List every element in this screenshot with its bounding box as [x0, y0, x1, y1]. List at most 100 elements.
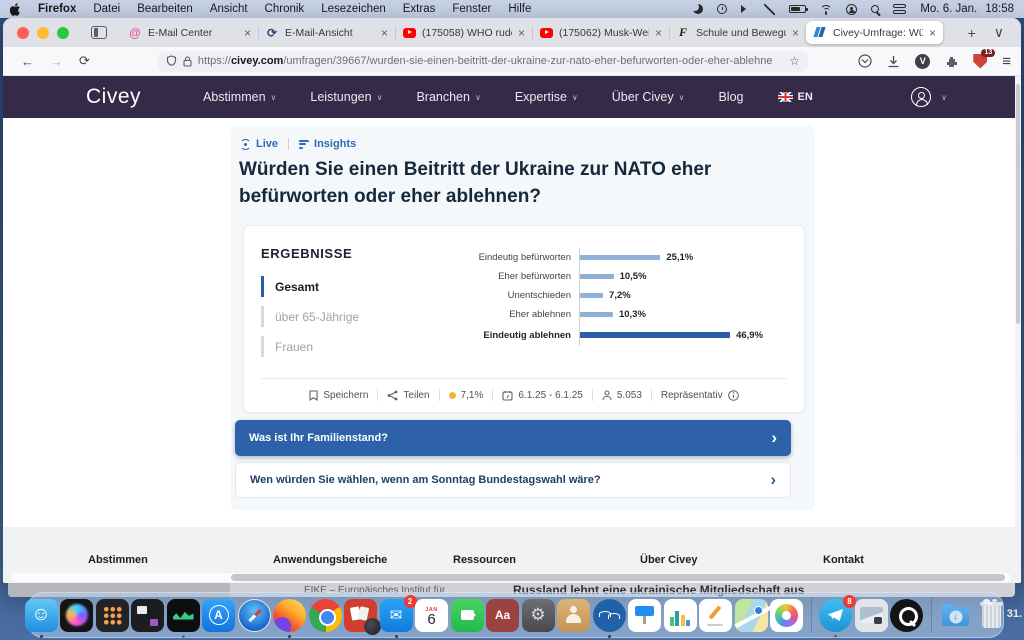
- dock-preview-icon[interactable]: [854, 598, 888, 632]
- menubar-item-bearbeiten[interactable]: Bearbeiten: [137, 3, 193, 15]
- horizontal-scrollbar[interactable]: [11, 573, 1011, 582]
- volume-icon[interactable]: [741, 5, 751, 13]
- dock-maps-icon[interactable]: [734, 598, 768, 632]
- segment-frauen[interactable]: Frauen: [261, 336, 436, 357]
- footer-col-ressourcen[interactable]: Ressourcen: [453, 554, 516, 566]
- next-question-button[interactable]: Was ist Ihr Familienstand? ›: [235, 420, 791, 456]
- control-center-icon[interactable]: [893, 4, 907, 14]
- dock-firefox-icon[interactable]: [273, 598, 306, 638]
- save-button[interactable]: Speichern: [309, 390, 368, 401]
- focus-mode-icon[interactable]: [691, 3, 704, 14]
- minimize-window-button[interactable]: [37, 26, 49, 39]
- ublock-origin-icon[interactable]: 13: [973, 48, 996, 69]
- dock-pages-icon[interactable]: [699, 598, 732, 632]
- close-tab-icon[interactable]: ×: [518, 26, 525, 40]
- sidebar-toggle-icon[interactable]: [91, 26, 107, 39]
- dock-chrome-icon[interactable]: [308, 598, 342, 632]
- dock-openoffice-icon[interactable]: [592, 598, 626, 638]
- tab-live[interactable]: Live: [239, 138, 278, 150]
- dock-safari-icon[interactable]: [237, 598, 271, 632]
- vimium-extension-icon[interactable]: V: [915, 53, 931, 69]
- dock-siri-icon[interactable]: [60, 598, 93, 632]
- nav-expertise[interactable]: Expertise ∨: [515, 90, 578, 104]
- dock-numbers-icon[interactable]: [663, 598, 697, 632]
- url-bar[interactable]: https://civey.com/umfragen/39667/wurden-…: [157, 50, 808, 72]
- menu-hamburger-icon[interactable]: ≡: [1002, 53, 1011, 70]
- dock-app-store-icon[interactable]: A: [202, 598, 235, 632]
- dock-mission-control-icon[interactable]: [131, 598, 164, 632]
- battery-icon[interactable]: [789, 5, 809, 13]
- menubar-item-datei[interactable]: Datei: [93, 3, 120, 15]
- menubar-app-name[interactable]: Firefox: [38, 3, 76, 15]
- menubar-clock[interactable]: Mo. 6. Jan. 18:58: [920, 3, 1014, 15]
- close-tab-icon[interactable]: ×: [655, 26, 662, 40]
- menubar-item-chronik[interactable]: Chronik: [265, 3, 305, 15]
- nav-abstimmen[interactable]: Abstimmen ∨: [203, 90, 276, 104]
- dock-cards-game-icon[interactable]: [344, 598, 381, 635]
- footer-col-ueber-civey[interactable]: Über Civey: [640, 554, 697, 566]
- nav-blog[interactable]: Blog: [718, 90, 743, 104]
- tab-civey-active[interactable]: Civey-Umfrage: Würden S ×: [806, 21, 943, 44]
- menubar-item-ansicht[interactable]: Ansicht: [210, 3, 248, 15]
- dock-activity-monitor-icon[interactable]: [166, 598, 200, 638]
- menubar-item-hilfe[interactable]: Hilfe: [508, 3, 531, 15]
- dock-contacts-icon[interactable]: [557, 598, 590, 632]
- scrollbar-thumb[interactable]: [231, 574, 1005, 581]
- new-tab-button[interactable]: +: [959, 25, 985, 41]
- user-status-icon[interactable]: [846, 3, 858, 15]
- tab-list-dropdown-icon[interactable]: ∨: [985, 24, 1013, 41]
- scrollbar-thumb[interactable]: [1016, 84, 1020, 324]
- lock-icon[interactable]: [183, 55, 192, 67]
- dock-photos-icon[interactable]: [770, 598, 803, 632]
- apple-menu-icon[interactable]: [10, 2, 21, 16]
- dock-telegram-icon[interactable]: 8: [819, 594, 856, 638]
- footer-col-kontakt[interactable]: Kontakt: [823, 554, 864, 566]
- zoom-window-button[interactable]: [57, 26, 69, 39]
- tab-insights[interactable]: Insights: [299, 138, 356, 150]
- tab-email-center[interactable]: @ E-Mail Center ×: [121, 21, 259, 44]
- spotlight-search-icon[interactable]: [871, 5, 880, 13]
- pocket-icon[interactable]: [858, 54, 872, 68]
- civey-logo[interactable]: Civey: [86, 85, 141, 109]
- dock-calendar-icon[interactable]: JAN 6: [415, 598, 448, 632]
- dock-finder-icon[interactable]: ☺: [24, 598, 58, 638]
- dock-dictionary-icon[interactable]: Aa: [486, 598, 519, 632]
- representative-stat[interactable]: Repräsentativ: [661, 390, 739, 401]
- menubar-item-extras[interactable]: Extras: [403, 3, 436, 15]
- account-icon[interactable]: [911, 87, 932, 107]
- vertical-scrollbar[interactable]: [1015, 76, 1021, 583]
- tab-youtube-who[interactable]: (175058) WHO rudert zur ×: [395, 21, 533, 44]
- nav-leistungen[interactable]: Leistungen ∨: [310, 90, 382, 104]
- nav-branchen[interactable]: Branchen ∨: [416, 90, 480, 104]
- close-window-button[interactable]: [17, 26, 29, 39]
- share-button[interactable]: Teilen: [387, 390, 430, 401]
- segment-gesamt[interactable]: Gesamt: [261, 276, 436, 297]
- dock-downloads-folder-icon[interactable]: ↓: [939, 599, 972, 632]
- footer-col-abstimmen[interactable]: Abstimmen: [88, 554, 148, 566]
- menubar-item-lesezeichen[interactable]: Lesezeichen: [321, 3, 386, 15]
- chevron-down-icon[interactable]: ∨: [941, 93, 947, 102]
- dock-mail-icon[interactable]: ✉ 2: [379, 594, 417, 638]
- bookmark-star-icon[interactable]: ☆: [789, 54, 800, 68]
- back-button[interactable]: ←: [13, 54, 42, 69]
- wifi-icon[interactable]: [820, 4, 833, 15]
- slashed-status-icon[interactable]: [764, 3, 776, 15]
- menubar-item-fenster[interactable]: Fenster: [452, 3, 491, 15]
- tab-schule[interactable]: F Schule und Bewegung: Co ×: [669, 21, 807, 44]
- close-tab-icon[interactable]: ×: [381, 26, 388, 40]
- extensions-icon[interactable]: [945, 55, 958, 68]
- dock-facetime-icon[interactable]: [450, 598, 484, 632]
- close-tab-icon[interactable]: ×: [244, 26, 251, 40]
- footer-col-anwendungsbereiche[interactable]: Anwendungsbereiche: [273, 554, 387, 566]
- reload-button[interactable]: ⟳: [71, 53, 98, 69]
- tab-youtube-musk[interactable]: (175062) Musk-Weidel-Ge ×: [532, 21, 670, 44]
- dock-launchpad-icon[interactable]: [95, 598, 129, 632]
- dock-keynote-icon[interactable]: [628, 598, 661, 632]
- forward-button[interactable]: →: [42, 54, 71, 69]
- language-switch[interactable]: EN: [777, 91, 813, 103]
- sunday-question-button[interactable]: Wen würden Sie wählen, wenn am Sonntag B…: [235, 462, 791, 498]
- segment-ueber-65[interactable]: über 65-Jährige: [261, 306, 436, 327]
- nav-ueber-civey[interactable]: Über Civey ∨: [612, 90, 685, 104]
- clock-status-icon[interactable]: [717, 4, 728, 14]
- dock-system-settings-icon[interactable]: ⚙: [521, 598, 555, 632]
